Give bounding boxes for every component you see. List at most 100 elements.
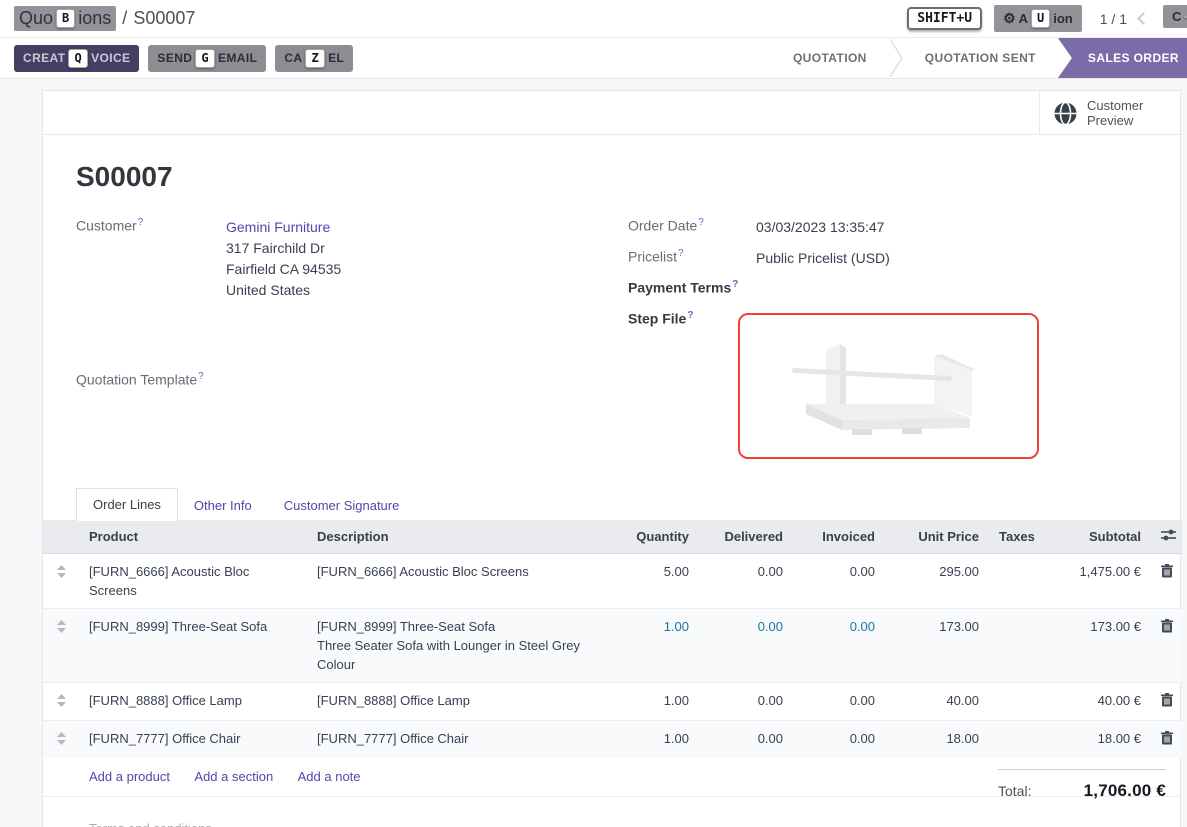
cell-delivered[interactable]: 0.00 [699,554,793,609]
order-date-field: Order Date? 03/03/2023 13:35:47 [628,217,890,238]
table-row[interactable]: [FURN_6666] Acoustic Bloc Screens [FURN_… [43,554,1182,609]
cell-product[interactable]: [FURN_7777] Office Chair [79,721,307,759]
drag-handle-icon[interactable] [43,554,79,609]
pager-previous-icon[interactable] [1137,12,1150,25]
customer-address-line1: 317 Fairchild Dr [226,240,325,256]
cell-product[interactable]: [FURN_8888] Office Lamp [79,683,307,721]
cell-product[interactable]: [FURN_6666] Acoustic Bloc Screens [79,554,307,609]
customer-preview-button[interactable]: Customer Preview [1039,91,1180,135]
hint-badge-g: G [195,49,215,68]
help-icon: ? [138,217,144,228]
cell-description[interactable]: [FURN_7777] Office Chair [307,721,607,759]
cell-product[interactable]: [FURN_8999] Three-Seat Sofa [79,609,307,683]
cell-taxes[interactable] [989,609,1039,683]
add-product-link[interactable]: Add a product [89,769,170,784]
table-row[interactable]: [FURN_8888] Office Lamp [FURN_8888] Offi… [43,683,1182,721]
drag-handle-icon[interactable] [43,683,79,721]
table-row[interactable]: [FURN_7777] Office Chair [FURN_7777] Off… [43,721,1182,759]
col-taxes[interactable]: Taxes [989,520,1039,554]
cell-invoiced[interactable]: 0.00 [793,721,885,759]
cell-subtotal: 1,475.00 € [1039,554,1151,609]
status-sales-order[interactable]: SALES ORDER [1058,38,1187,78]
cell-invoiced[interactable]: 0.00 [793,683,885,721]
trash-icon[interactable] [1161,564,1173,583]
col-delivered[interactable]: Delivered [699,520,793,554]
drag-handle-icon[interactable] [43,609,79,683]
table-row[interactable]: [FURN_8999] Three-Seat Sofa [FURN_8999] … [43,609,1182,683]
stat-button-row: Customer Preview [43,91,1180,135]
tab-order-lines[interactable]: Order Lines [76,488,178,521]
breadcrumb-app-link[interactable]: QuoBions [14,6,116,31]
cell-subtotal: 173.00 € [1039,609,1151,683]
col-invoiced[interactable]: Invoiced [793,520,885,554]
trash-icon[interactable] [1161,731,1173,750]
cell-description[interactable]: [FURN_6666] Acoustic Bloc Screens [307,554,607,609]
cell-invoiced[interactable]: 0.00 [793,554,885,609]
tab-customer-signature[interactable]: Customer Signature [268,490,416,521]
cell-delivered[interactable]: 0.00 [699,683,793,721]
quotation-template-label: Quotation Template? [76,371,226,388]
cancel-button[interactable]: CAZEL [275,45,353,72]
status-quotation-sent[interactable]: QUOTATION SENT [903,38,1058,78]
terms-and-conditions-input[interactable]: Terms and conditions... [89,821,1180,827]
order-date-value: 03/03/2023 13:35:47 [756,217,884,238]
col-subtotal[interactable]: Subtotal [1039,520,1151,554]
create-invoice-button[interactable]: CREATQVOICE [14,45,139,72]
cell-description[interactable]: [FURN_8999] Three-Seat SofaThree Seater … [307,609,607,683]
corner-button[interactable]: C [1163,5,1187,28]
cell-unit-price[interactable]: 40.00 [885,683,989,721]
trash-icon[interactable] [1161,693,1173,712]
cell-description[interactable]: [FURN_8888] Office Lamp [307,683,607,721]
status-pipeline: QUOTATION QUOTATION SENT SALES ORDER [771,38,1187,78]
page-title: S00007 [76,161,1180,193]
drag-handle-icon[interactable] [43,721,79,759]
cell-delivered[interactable]: 0.00 [699,721,793,759]
col-quantity[interactable]: Quantity [607,520,699,554]
optional-columns-icon[interactable] [1161,529,1176,541]
col-unit-price[interactable]: Unit Price [885,520,989,554]
send-email-pre: SEND [157,51,192,65]
send-email-button[interactable]: SENDGEMAIL [148,45,266,72]
breadcrumb: QuoBions / S00007 [14,6,195,31]
add-section-link[interactable]: Add a section [194,769,273,784]
cell-delivered[interactable]: 0.00 [699,609,793,683]
record-pager: 1 / 1 [1100,11,1127,27]
cell-unit-price[interactable]: 173.00 [885,609,989,683]
cell-quantity[interactable]: 1.00 [607,683,699,721]
pricelist-label: Pricelist? [628,248,756,269]
customer-address-line2: Fairfield CA 94535 [226,261,341,277]
cell-invoiced[interactable]: 0.00 [793,609,885,683]
payment-terms-field[interactable]: Payment Terms? [628,279,890,296]
trash-icon[interactable] [1161,619,1173,638]
breadcrumb-separator: / [122,8,127,29]
help-icon: ? [198,371,204,382]
cell-unit-price[interactable]: 295.00 [885,554,989,609]
cell-quantity[interactable]: 1.00 [607,609,699,683]
cell-quantity[interactable]: 5.00 [607,554,699,609]
cell-subtotal: 18.00 € [1039,721,1151,759]
cell-taxes[interactable] [989,683,1039,721]
breadcrumb-app-post: ions [78,8,111,29]
notebook-tabs: Order Lines Other Info Customer Signatur… [76,488,415,521]
total-label: Total: [998,783,1031,799]
quotation-template-field[interactable]: Quotation Template? [76,371,341,388]
col-product[interactable]: Product [79,520,307,554]
status-quotation[interactable]: QUOTATION [771,38,889,78]
action-bar: CREATQVOICE SENDGEMAIL CAZEL QUOTATION Q… [0,38,1187,79]
hint-badge-z: Z [305,49,325,68]
help-icon: ? [687,310,693,321]
breadcrumb-record: S00007 [133,8,195,29]
customer-preview-label: Customer Preview [1087,98,1143,128]
shortcut-keycap: SHIFT+U [907,7,982,30]
col-description[interactable]: Description [307,520,607,554]
cell-taxes[interactable] [989,554,1039,609]
cell-quantity[interactable]: 1.00 [607,721,699,759]
customer-link[interactable]: Gemini Furniture [226,219,330,235]
tab-other-info[interactable]: Other Info [178,490,268,521]
action-menu-button[interactable]: ⚙AUion [994,5,1082,32]
cell-taxes[interactable] [989,721,1039,759]
add-note-link[interactable]: Add a note [298,769,361,784]
pricelist-field: Pricelist? Public Pricelist (USD) [628,248,890,269]
corner-label: C [1172,9,1181,24]
cell-unit-price[interactable]: 18.00 [885,721,989,759]
